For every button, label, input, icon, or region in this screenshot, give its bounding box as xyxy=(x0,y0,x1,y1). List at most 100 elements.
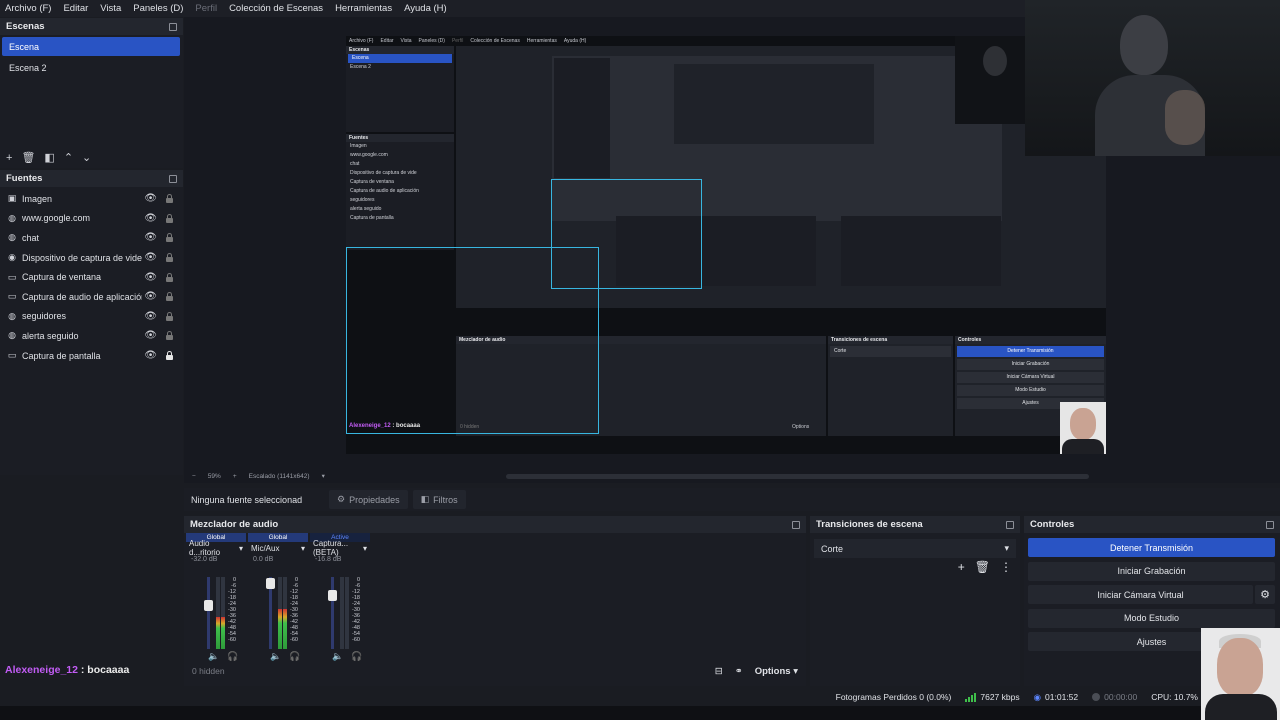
dropdown-icon[interactable]: ▾ xyxy=(363,544,367,553)
chevron-up-icon[interactable]: ⌃ xyxy=(64,151,73,164)
headphones-icon[interactable]: 🎧 xyxy=(351,651,362,662)
chevron-down-icon[interactable]: ⌄ xyxy=(82,151,91,164)
level-meter-bar xyxy=(340,577,344,649)
nested-menu-item: Paneles (D) xyxy=(418,38,445,44)
menu-vista[interactable]: Vista xyxy=(100,3,121,14)
studio-mode-button[interactable]: Modo Estudio xyxy=(1028,608,1275,628)
menu-archivo[interactable]: Archivo (F) xyxy=(5,3,51,14)
menu-perfil[interactable]: Perfil xyxy=(195,3,217,14)
fader-track[interactable] xyxy=(331,577,334,649)
eye-icon[interactable]: 👁 xyxy=(144,252,157,263)
scene-item-escena-2[interactable]: Escena 2 xyxy=(2,58,180,77)
lock-icon[interactable] xyxy=(166,292,173,302)
menu-ayuda[interactable]: Ayuda (H) xyxy=(404,3,447,14)
speaker-icon[interactable]: 🔈 xyxy=(208,651,219,662)
transition-select[interactable]: Corte ▾ xyxy=(814,539,1016,558)
start-virtual-camera-button[interactable]: Iniciar Cámara Virtual xyxy=(1028,585,1253,604)
eye-icon[interactable]: 👁 xyxy=(144,350,157,361)
source-item[interactable]: ◍ www.google.com 👁 xyxy=(0,209,183,229)
mixer-title: Mezclador de audio xyxy=(190,519,279,530)
trash-icon[interactable]: 🗑 xyxy=(975,560,990,574)
lock-icon[interactable] xyxy=(166,233,173,243)
lock-icon[interactable] xyxy=(166,213,173,223)
eye-icon[interactable]: 👁 xyxy=(144,213,157,224)
eye-icon[interactable]: 👁 xyxy=(144,232,157,243)
dock-float-icon[interactable] xyxy=(169,22,177,31)
trash-icon[interactable]: 🗑 xyxy=(21,151,35,164)
mixer-channel: Active Captura... (BETA) ▾ -16.8 dB 0 -6 -1… xyxy=(310,533,370,663)
nested-menu-item: Archivo (F) xyxy=(349,38,374,44)
source-item[interactable]: ◉ Dispositivo de captura de vide 👁 xyxy=(0,248,183,268)
recursive-capture xyxy=(841,216,1001,286)
lock-icon[interactable] xyxy=(166,253,173,263)
eye-icon[interactable]: 👁 xyxy=(144,311,157,322)
channel-name[interactable]: Mic/Aux ▾ xyxy=(248,542,308,554)
zoom-out-icon[interactable]: − xyxy=(192,473,196,480)
lock-icon[interactable] xyxy=(166,331,173,341)
layout-icon[interactable]: ⊟ xyxy=(715,666,723,677)
source-item[interactable]: ◍ seguidores 👁 xyxy=(0,307,183,327)
options-button[interactable]: Options ▾ xyxy=(755,666,798,677)
dock-float-icon[interactable] xyxy=(169,174,177,183)
fader-track[interactable] xyxy=(207,577,210,649)
filters-icon[interactable]: ◧ xyxy=(44,151,54,164)
virtual-camera-settings-icon[interactable]: ⚙ xyxy=(1255,585,1275,604)
dropdown-icon[interactable]: ▾ xyxy=(239,544,243,553)
source-item[interactable]: ▭ Captura de pantalla 👁 xyxy=(0,346,183,366)
cpu-usage: CPU: 10.7% xyxy=(1151,692,1198,702)
lock-icon[interactable] xyxy=(166,351,173,361)
menu-herramientas[interactable]: Herramientas xyxy=(335,3,392,14)
fader-handle[interactable] xyxy=(266,578,275,590)
preview-scrollbar[interactable] xyxy=(506,474,1089,479)
eye-icon[interactable]: 👁 xyxy=(144,291,157,302)
menu-paneles[interactable]: Paneles (D) xyxy=(133,3,183,14)
fader-handle[interactable] xyxy=(328,590,337,602)
scale-dropdown-icon[interactable]: ▾ xyxy=(322,472,325,480)
zoom-in-icon[interactable]: + xyxy=(233,473,237,480)
scene-item-escena[interactable]: Escena xyxy=(2,37,180,56)
dock-float-icon[interactable] xyxy=(1006,520,1014,529)
nested-source-item: Imagen xyxy=(350,143,367,149)
channel-db: 0.0 dB xyxy=(253,556,274,563)
transitions-title: Transiciones de escena xyxy=(816,519,923,530)
status-bar: Fotogramas Perdidos 0 (0.0%) 7627 kbps ◉… xyxy=(0,688,1280,706)
dropdown-icon[interactable]: ▾ xyxy=(301,544,305,553)
channel-meter: 0 -6 -12 -18 -24 -30 -36 -42 -48 -54 -60 xyxy=(204,577,236,649)
nested-menu-item: Colección de Escenas xyxy=(470,38,520,44)
fader-handle[interactable] xyxy=(204,600,213,612)
meter-scale: 0 -6 -12 -18 -24 -30 -36 -42 -48 -54 -60 xyxy=(352,577,360,643)
source-item[interactable]: ◍ chat 👁 xyxy=(0,228,183,248)
eye-icon[interactable]: 👁 xyxy=(144,272,157,283)
add-icon[interactable]: + xyxy=(958,560,965,574)
menu-coleccion-escenas[interactable]: Colección de Escenas xyxy=(229,3,323,14)
start-recording-button[interactable]: Iniciar Grabación xyxy=(1028,561,1275,581)
filters-label: Filtros xyxy=(433,494,458,505)
source-item[interactable]: ▣ Imagen 👁 xyxy=(0,189,183,209)
channel-name[interactable]: Captura... (BETA) ▾ xyxy=(310,539,370,557)
add-icon[interactable]: + xyxy=(6,152,12,164)
link-icon[interactable]: ⚭ xyxy=(735,666,743,677)
eye-icon[interactable]: 👁 xyxy=(144,193,157,204)
source-item[interactable]: ◍ alerta seguido 👁 xyxy=(0,326,183,346)
properties-button[interactable]: ⚙ Propiedades xyxy=(329,490,408,509)
headphones-icon[interactable]: 🎧 xyxy=(289,651,300,662)
channel-name[interactable]: Audio d...ritorio ▾ xyxy=(186,539,246,557)
transitions-dock: Transiciones de escena Corte ▾ + 🗑 ⋮ xyxy=(810,516,1020,686)
source-item[interactable]: ▭ Captura de ventana 👁 xyxy=(0,267,183,287)
chat-message: : bocaaaa xyxy=(80,664,130,676)
more-icon[interactable]: ⋮ xyxy=(1000,560,1012,574)
filters-button[interactable]: ◧ Filtros xyxy=(412,490,466,509)
headphones-icon[interactable]: 🎧 xyxy=(227,651,238,662)
lock-icon[interactable] xyxy=(166,272,173,282)
lock-icon[interactable] xyxy=(166,311,173,321)
dock-float-icon[interactable] xyxy=(792,520,800,529)
dock-float-icon[interactable] xyxy=(1266,520,1274,529)
stop-streaming-button[interactable]: Detener Transmisión xyxy=(1028,538,1275,557)
menu-editar[interactable]: Editar xyxy=(63,3,88,14)
speaker-icon[interactable]: 🔈 xyxy=(270,651,281,662)
meter-scale-tick: -60 xyxy=(228,637,236,643)
eye-icon[interactable]: 👁 xyxy=(144,330,157,341)
lock-icon[interactable] xyxy=(166,194,173,204)
source-item[interactable]: ▭ Captura de audio de aplicación 👁 xyxy=(0,287,183,307)
speaker-icon[interactable]: 🔈 xyxy=(332,651,343,662)
